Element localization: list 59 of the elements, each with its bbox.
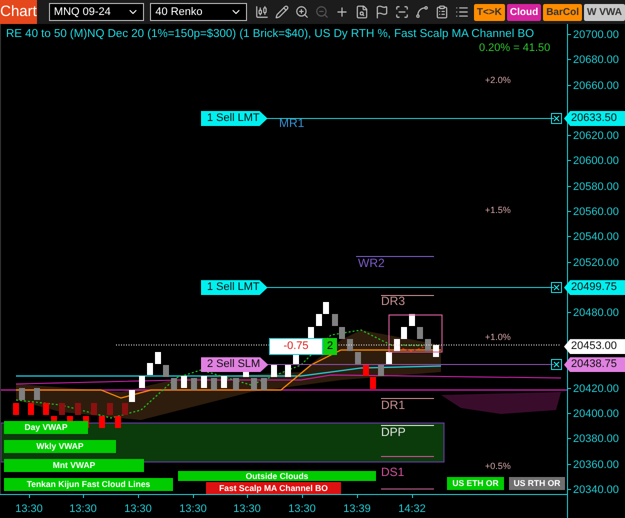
time-axis-label: 13:30	[233, 502, 261, 517]
quantity-label: 2	[323, 338, 337, 356]
time-axis-label: 13:30	[179, 502, 207, 517]
price-axis-label: 20660.00	[573, 78, 619, 94]
pivot-label: WR2	[358, 256, 385, 270]
indicator-label: Fast Scalp MA Channel BO	[206, 482, 341, 494]
price-axis-label: 20380.00	[573, 432, 619, 448]
toolbar-button[interactable]: W VWA	[584, 4, 625, 20]
price-axis-label: 20520.00	[573, 256, 619, 270]
indicator-label: US RTH OR	[509, 477, 565, 490]
instrument-dropdown[interactable]: MNQ 09-24	[48, 3, 144, 21]
indicator-label: Outside Clouds	[178, 471, 376, 481]
time-axis-label: 14:32	[398, 502, 426, 517]
time-axis-label: 13:30	[69, 502, 97, 517]
percent-level-label: +0.5%	[485, 460, 511, 473]
indicator-label: Mnt VWAP	[4, 459, 144, 472]
toolbar-button[interactable]: BarCol	[543, 4, 582, 20]
order-price-flag: 20499.75	[564, 280, 625, 296]
price-axis-label: 20420.00	[573, 382, 619, 397]
indicator-label: Tenkan Kijun Fast Cloud Lines	[4, 478, 173, 491]
time-axis-label: 13:30	[15, 502, 43, 517]
price-axis-label: 20580.00	[573, 180, 619, 195]
current-price-flag: 20453.00	[564, 339, 625, 354]
bar-type-dropdown[interactable]: 40 Renko	[150, 3, 247, 21]
pivot-label: DS1	[381, 465, 404, 479]
price-axis-label: 20560.00	[573, 204, 619, 220]
chart-tab[interactable]: Chart	[0, 0, 37, 24]
indicator-label: US ETH OR	[447, 477, 504, 490]
time-axis-label: 13:30	[124, 502, 152, 517]
order-price-flag: 20633.50	[564, 111, 625, 126]
percent-level-label: +1.0%	[485, 331, 511, 344]
toolbar-button[interactable]: Cloud	[506, 4, 542, 20]
order-price-flag: 20438.75	[564, 357, 625, 372]
order-label[interactable]: 2 Sell SLM	[201, 357, 268, 372]
percent-level-label: +2.0%	[485, 74, 511, 87]
range-label: 0.20% = 41.50	[479, 41, 550, 56]
price-axis-label: 20620.00	[573, 129, 619, 144]
indicator-label: Wkly VWAP	[4, 440, 116, 453]
order-label[interactable]: 1 Sell LMT	[201, 280, 268, 296]
price-axis-label: 20600.00	[573, 154, 619, 170]
pivot-label: MR1	[279, 116, 304, 130]
price-axis-label: 20480.00	[573, 306, 619, 322]
pivot-label: DR3	[381, 294, 406, 308]
chart-title: RE 40 to 50 (M)NQ Dec 20 (1%=150p=$300) (1 Brick=$40), US Dy RTH %, Fast Scalp MA Channel BO	[6, 27, 534, 42]
toolbar-button[interactable]: T<>K	[474, 4, 505, 20]
pivot-label: DPP	[381, 425, 406, 439]
price-axis-label: 20680.00	[573, 53, 619, 68]
price-axis-label: 20340.00	[573, 483, 619, 498]
pivot-label: DR1	[381, 398, 406, 412]
time-axis-label: 13:39	[343, 502, 371, 517]
indicator-label: Day VWAP	[4, 421, 88, 434]
price-axis-label: 20700.00	[573, 28, 619, 43]
order-label[interactable]: 1 Sell LMT	[201, 111, 268, 126]
price-axis-label: 20400.00	[573, 407, 619, 422]
percent-level-label: +1.5%	[485, 204, 511, 217]
price-axis-label: 20540.00	[573, 230, 619, 246]
price-axis-label: 20360.00	[573, 458, 619, 473]
pnl-field: -0.75	[269, 338, 323, 356]
time-axis-label: 13:30	[288, 502, 316, 517]
